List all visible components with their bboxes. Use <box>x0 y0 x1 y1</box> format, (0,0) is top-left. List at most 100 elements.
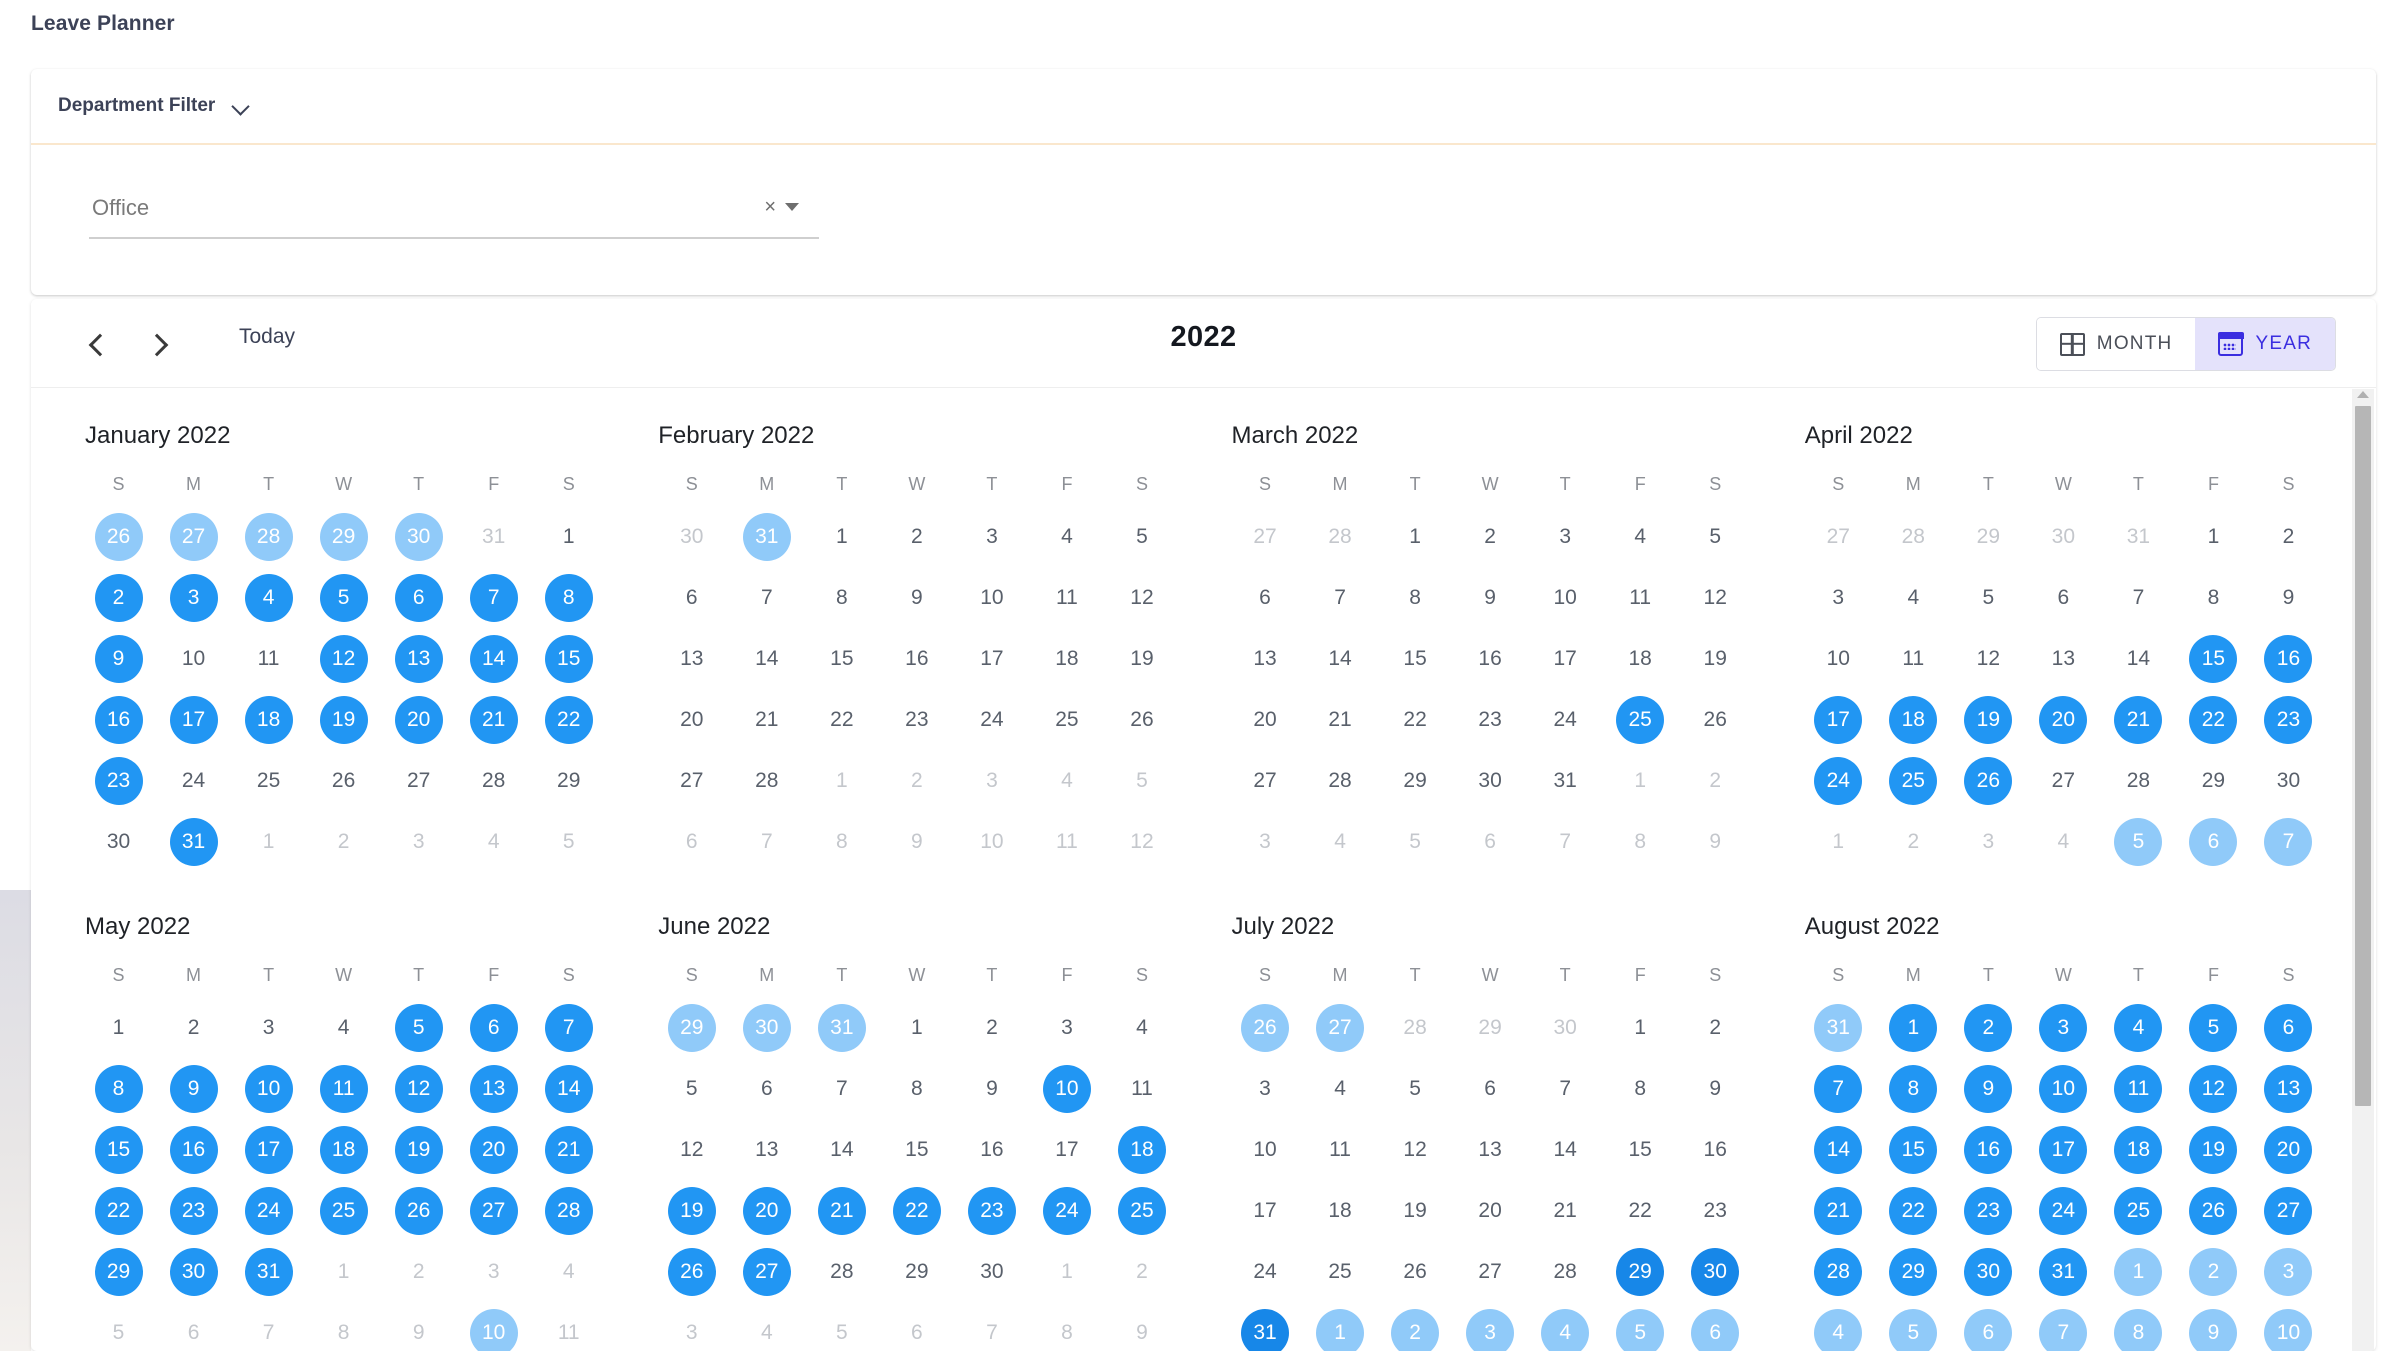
day-cell[interactable]: 7 <box>2251 814 2326 870</box>
day-cell[interactable]: 26 <box>1378 1244 1453 1300</box>
day-cell[interactable]: 9 <box>1678 814 1753 870</box>
day-cell[interactable]: 9 <box>879 570 954 626</box>
day-cell[interactable]: 6 <box>381 570 456 626</box>
day-cell[interactable]: 4 <box>1603 509 1678 565</box>
day-number[interactable]: 21 <box>1316 696 1364 744</box>
day-cell[interactable]: 27 <box>1801 509 1876 565</box>
day-number[interactable]: 2 <box>893 513 941 561</box>
day-number[interactable]: 30 <box>95 818 143 866</box>
day-number[interactable]: 1 <box>1043 1248 1091 1296</box>
day-cell[interactable]: 30 <box>1453 753 1528 809</box>
day-number[interactable]: 7 <box>1541 1065 1589 1113</box>
day-number[interactable]: 15 <box>893 1126 941 1174</box>
day-cell[interactable]: 3 <box>2026 1000 2101 1056</box>
day-cell[interactable]: 8 <box>531 570 606 626</box>
day-cell[interactable]: 7 <box>1801 1061 1876 1117</box>
day-selected[interactable]: 31 <box>1241 1309 1290 1351</box>
day-cell[interactable]: 25 <box>1603 692 1678 748</box>
day-number[interactable]: 28 <box>743 757 791 805</box>
day-number[interactable]: 16 <box>1691 1126 1739 1174</box>
day-cell[interactable]: 30 <box>729 1000 804 1056</box>
day-cell[interactable]: 31 <box>231 1244 306 1300</box>
day-cell[interactable]: 19 <box>1951 692 2026 748</box>
day-selected[interactable]: 21 <box>817 1187 866 1235</box>
day-cell[interactable]: 18 <box>1603 631 1678 687</box>
day-selected[interactable]: 29 <box>319 513 368 561</box>
day-cell[interactable]: 12 <box>1104 814 1179 870</box>
day-cell[interactable]: 14 <box>1303 631 1378 687</box>
day-number[interactable]: 4 <box>320 1004 368 1052</box>
day-selected[interactable]: 22 <box>544 696 593 744</box>
day-cell[interactable]: 10 <box>231 1061 306 1117</box>
day-cell[interactable]: 28 <box>1303 753 1378 809</box>
day-number[interactable]: 4 <box>1889 574 1937 622</box>
day-cell[interactable]: 19 <box>2176 1122 2251 1178</box>
day-selected[interactable]: 23 <box>1964 1187 2013 1235</box>
day-cell[interactable]: 2 <box>2176 1244 2251 1300</box>
day-cell[interactable]: 3 <box>1453 1305 1528 1351</box>
day-cell[interactable]: 27 <box>1228 753 1303 809</box>
day-number[interactable]: 28 <box>470 757 518 805</box>
day-cell[interactable]: 2 <box>1678 1000 1753 1056</box>
day-number[interactable]: 13 <box>668 635 716 683</box>
day-selected[interactable]: 15 <box>2189 635 2238 683</box>
day-cell[interactable]: 7 <box>804 1061 879 1117</box>
day-selected[interactable]: 4 <box>2114 1004 2163 1052</box>
day-selected[interactable]: 8 <box>1889 1065 1938 1113</box>
day-number[interactable]: 1 <box>320 1248 368 1296</box>
day-selected[interactable]: 3 <box>2264 1248 2313 1296</box>
day-number[interactable]: 2 <box>1889 818 1937 866</box>
day-cell[interactable]: 13 <box>2026 631 2101 687</box>
day-number[interactable]: 5 <box>1118 513 1166 561</box>
day-cell[interactable]: 3 <box>1228 1061 1303 1117</box>
day-selected[interactable]: 25 <box>1889 757 1938 805</box>
day-number[interactable]: 5 <box>1964 574 2012 622</box>
day-cell[interactable]: 24 <box>2026 1183 2101 1239</box>
day-cell[interactable]: 11 <box>231 631 306 687</box>
day-cell[interactable]: 3 <box>1801 570 1876 626</box>
day-cell[interactable]: 22 <box>1603 1183 1678 1239</box>
day-number[interactable]: 9 <box>395 1309 443 1351</box>
day-selected[interactable]: 17 <box>2039 1126 2088 1174</box>
day-cell[interactable]: 4 <box>1104 1000 1179 1056</box>
day-cell[interactable]: 2 <box>156 1000 231 1056</box>
day-selected[interactable]: 7 <box>1814 1065 1863 1113</box>
day-number[interactable]: 2 <box>170 1004 218 1052</box>
day-selected[interactable]: 7 <box>544 1004 593 1052</box>
day-selected[interactable]: 29 <box>667 1004 716 1052</box>
day-number[interactable]: 27 <box>395 757 443 805</box>
day-number[interactable]: 19 <box>1691 635 1739 683</box>
day-number[interactable]: 2 <box>893 757 941 805</box>
day-number[interactable]: 4 <box>1616 513 1664 561</box>
day-cell[interactable]: 7 <box>729 814 804 870</box>
day-number[interactable]: 17 <box>968 635 1016 683</box>
day-cell[interactable]: 1 <box>1603 753 1678 809</box>
day-cell[interactable]: 27 <box>729 1244 804 1300</box>
day-number[interactable]: 24 <box>1241 1248 1289 1296</box>
day-cell[interactable]: 17 <box>1029 1122 1104 1178</box>
day-number[interactable]: 27 <box>1466 1248 1514 1296</box>
day-number[interactable]: 11 <box>1118 1065 1166 1113</box>
day-number[interactable]: 25 <box>245 757 293 805</box>
day-cell[interactable]: 31 <box>804 1000 879 1056</box>
day-cell[interactable]: 31 <box>729 509 804 565</box>
day-number[interactable]: 29 <box>2189 757 2237 805</box>
day-cell[interactable]: 8 <box>1603 1061 1678 1117</box>
day-selected[interactable]: 16 <box>169 1126 218 1174</box>
day-cell[interactable]: 11 <box>1876 631 1951 687</box>
day-cell[interactable]: 17 <box>1801 692 1876 748</box>
day-cell[interactable]: 5 <box>1951 570 2026 626</box>
day-cell[interactable]: 7 <box>231 1305 306 1351</box>
day-selected[interactable]: 26 <box>394 1187 443 1235</box>
day-selected[interactable]: 22 <box>892 1187 941 1235</box>
scroll-up-arrow-icon[interactable] <box>2357 391 2369 398</box>
day-number[interactable]: 22 <box>818 696 866 744</box>
day-cell[interactable]: 26 <box>1951 753 2026 809</box>
day-cell[interactable]: 28 <box>456 753 531 809</box>
day-number[interactable]: 15 <box>818 635 866 683</box>
day-selected[interactable]: 25 <box>1117 1187 1166 1235</box>
day-cell[interactable]: 8 <box>2176 570 2251 626</box>
day-cell[interactable]: 4 <box>1303 814 1378 870</box>
day-number[interactable]: 12 <box>1964 635 2012 683</box>
day-number[interactable]: 14 <box>1316 635 1364 683</box>
